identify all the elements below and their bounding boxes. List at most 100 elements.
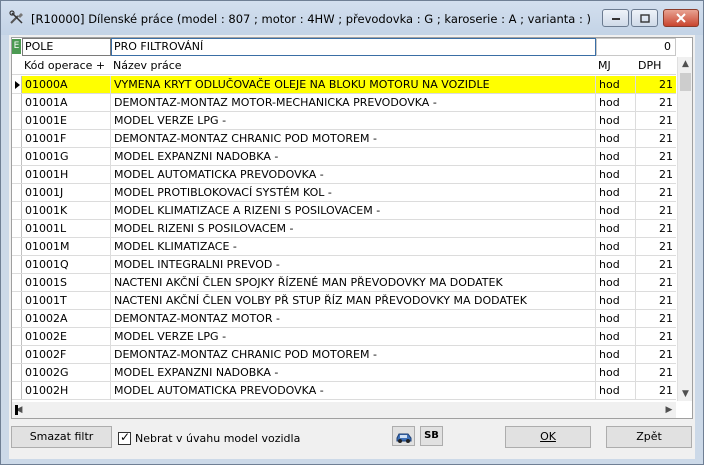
row-indicator[interactable] xyxy=(12,238,22,255)
cell-code: 01001Q xyxy=(22,256,111,273)
cell-name: DEMONTAZ-MONTAZ MOTOR-MECHANICKA PREVODO… xyxy=(111,94,596,111)
row-indicator[interactable] xyxy=(12,274,22,291)
cell-vat: 21 xyxy=(659,222,673,235)
cell-name: MODEL AUTOMATICKA PREVODOVKA - xyxy=(111,166,596,183)
table-row[interactable]: 01001Q MODEL INTEGRALNI PREVOD - hod 21 xyxy=(12,256,676,274)
table-row[interactable]: 01001M MODEL KLIMATIZACE - hod 21 xyxy=(12,238,676,256)
cell-name: MODEL AUTOMATICKA PREVODOVKA - xyxy=(111,382,596,399)
table-row[interactable]: 01001L MODEL RIZENI S POSILOVACEM - hod 21 xyxy=(12,220,676,238)
cell-vat: 21 xyxy=(659,114,673,127)
table-row[interactable]: 01001T NACTENI AKČNÍ ČLEN VOLBY PŘ STUP Ř… xyxy=(12,292,676,310)
cell-name: MODEL VERZE LPG - xyxy=(111,112,596,129)
row-indicator[interactable] xyxy=(12,382,22,399)
cell-unit: hod xyxy=(596,184,636,201)
cell-code: 01001S xyxy=(22,274,111,291)
table-row[interactable]: 01002G MODEL EXPANZNI NADOBKA - hod 21 xyxy=(12,364,676,382)
row-indicator[interactable] xyxy=(12,76,22,93)
cell-unit: hod xyxy=(596,220,636,237)
table-row[interactable]: 01002A DEMONTAZ-MONTAZ MOTOR - hod 21 xyxy=(12,310,676,328)
close-button[interactable] xyxy=(663,9,699,27)
cell-code: 01001E xyxy=(22,112,111,129)
back-button[interactable]: Zpět xyxy=(606,426,692,448)
column-header-name[interactable]: Název práce xyxy=(111,57,596,75)
vehicle-button[interactable] xyxy=(392,426,415,446)
cell-unit: hod xyxy=(596,202,636,219)
row-indicator[interactable] xyxy=(12,148,22,165)
checkmark-icon: ✓ xyxy=(120,429,131,444)
table-row[interactable]: 01001F DEMONTAZ-MONTAZ CHRANIC POD MOTORE… xyxy=(12,130,676,148)
horizontal-scroll-thumb[interactable] xyxy=(15,405,18,415)
cell-code: 01002A xyxy=(22,310,111,327)
cell-unit: hod xyxy=(596,346,636,363)
cell-code: 01001T xyxy=(22,292,111,309)
cell-name: MODEL INTEGRALNI PREVOD - xyxy=(111,256,596,273)
cell-vat: 21 xyxy=(659,330,673,343)
ok-button[interactable]: OK xyxy=(505,426,591,448)
scroll-up-icon[interactable]: ▲ xyxy=(678,57,693,71)
cell-unit: hod xyxy=(596,238,636,255)
row-indicator[interactable] xyxy=(12,112,22,129)
cell-name: NACTENI AKČNÍ ČLEN VOLBY PŘ STUP ŘÍZ MAN… xyxy=(111,292,596,309)
cell-vat: 21 xyxy=(659,366,673,379)
back-label: Zpět xyxy=(636,430,662,443)
row-indicator[interactable] xyxy=(12,202,22,219)
cell-unit: hod xyxy=(596,94,636,111)
table-row[interactable]: 01001G MODEL EXPANZNI NADOBKA - hod 21 xyxy=(12,148,676,166)
table-row[interactable]: 01001A DEMONTAZ-MONTAZ MOTOR-MECHANICKA P… xyxy=(12,94,676,112)
cell-name: VYMENA KRYT ODLUČOVAČE OLEJE NA BLOKU MO… xyxy=(111,76,596,93)
row-indicator[interactable] xyxy=(12,220,22,237)
cell-name: MODEL KLIMATIZACE A RIZENI S POSILOVACEM… xyxy=(111,202,596,219)
clear-filter-button[interactable]: Smazat filtr xyxy=(11,426,112,448)
row-indicator[interactable] xyxy=(12,130,22,147)
close-icon xyxy=(676,13,686,23)
cell-vat: 21 xyxy=(659,258,673,271)
cell-unit: hod xyxy=(596,256,636,273)
cell-name: MODEL PROTIBLOKOVACÍ SYSTÉM KOL - xyxy=(111,184,596,201)
maximize-button[interactable] xyxy=(631,9,658,27)
dialog-body: E POLE PRO FILTROVÁNÍ 0 Kód operace + Ná… xyxy=(9,35,695,459)
cell-unit: hod xyxy=(596,274,636,291)
cell-code: 01002F xyxy=(22,346,111,363)
vertical-scroll-thumb[interactable] xyxy=(680,73,691,91)
table-row[interactable]: 01001K MODEL KLIMATIZACE A RIZENI S POSIL… xyxy=(12,202,676,220)
table-row[interactable]: 01001E MODEL VERZE LPG - hod 21 xyxy=(12,112,676,130)
row-indicator[interactable] xyxy=(12,94,22,111)
sb-button[interactable]: SB xyxy=(420,426,443,446)
column-header-vat[interactable]: DPH xyxy=(636,57,676,75)
table-row[interactable]: 01001J MODEL PROTIBLOKOVACÍ SYSTÉM KOL -h… xyxy=(12,184,676,202)
cell-vat: 21 xyxy=(659,312,673,325)
table-row[interactable]: 01001S NACTENI AKČNÍ ČLEN SPOJKY ŘÍZENÉ M… xyxy=(12,274,676,292)
title-bar[interactable]: [R10000] Dílenské práce (model : 807 ; m… xyxy=(1,1,703,35)
cell-unit: hod xyxy=(596,364,636,381)
table-row[interactable]: 01002E MODEL VERZE LPG - hod 21 xyxy=(12,328,676,346)
grid-rows: 01000A VYMENA KRYT ODLUČOVAČE OLEJE NA BL… xyxy=(12,76,676,401)
row-indicator[interactable] xyxy=(12,292,22,309)
cell-code: 01001K xyxy=(22,202,111,219)
column-header-unit[interactable]: MJ xyxy=(596,57,636,75)
filter-input[interactable]: PRO FILTROVÁNÍ xyxy=(111,38,596,56)
cell-name: MODEL KLIMATIZACE - xyxy=(111,238,596,255)
horizontal-scrollbar[interactable]: ◀ ▶ xyxy=(12,402,676,418)
cell-vat: 21 xyxy=(659,240,673,253)
ignore-model-option[interactable]: ✓ Nebrat v úvahu model vozidla xyxy=(118,430,300,446)
row-indicator[interactable] xyxy=(12,328,22,345)
table-row[interactable]: 01002H MODEL AUTOMATICKA PREVODOVKA - hod 2… xyxy=(12,382,676,400)
scroll-down-icon[interactable]: ▼ xyxy=(678,387,693,401)
row-indicator[interactable] xyxy=(12,166,22,183)
row-indicator[interactable] xyxy=(12,184,22,201)
table-row[interactable]: 01002F DEMONTAZ-MONTAZ CHRANIC POD MOTORE… xyxy=(12,346,676,364)
ok-label: OK xyxy=(540,430,556,443)
ignore-model-checkbox[interactable]: ✓ xyxy=(118,429,131,445)
vertical-scrollbar[interactable]: ▲ ▼ xyxy=(677,57,692,401)
minimize-button[interactable] xyxy=(602,9,629,27)
table-row[interactable]: 01000A VYMENA KRYT ODLUČOVAČE OLEJE NA BL… xyxy=(12,76,676,94)
row-indicator[interactable] xyxy=(12,346,22,363)
row-indicator[interactable] xyxy=(12,364,22,381)
cell-vat: 21 xyxy=(659,204,673,217)
row-indicator[interactable] xyxy=(12,310,22,327)
table-row[interactable]: 01001H MODEL AUTOMATICKA PREVODOVKA - hod 2… xyxy=(12,166,676,184)
cell-name: DEMONTAZ-MONTAZ CHRANIC POD MOTOREM - xyxy=(111,130,596,147)
column-header-code[interactable]: Kód operace + xyxy=(22,57,111,75)
row-indicator[interactable] xyxy=(12,256,22,273)
scroll-right-icon[interactable]: ▶ xyxy=(662,402,676,418)
